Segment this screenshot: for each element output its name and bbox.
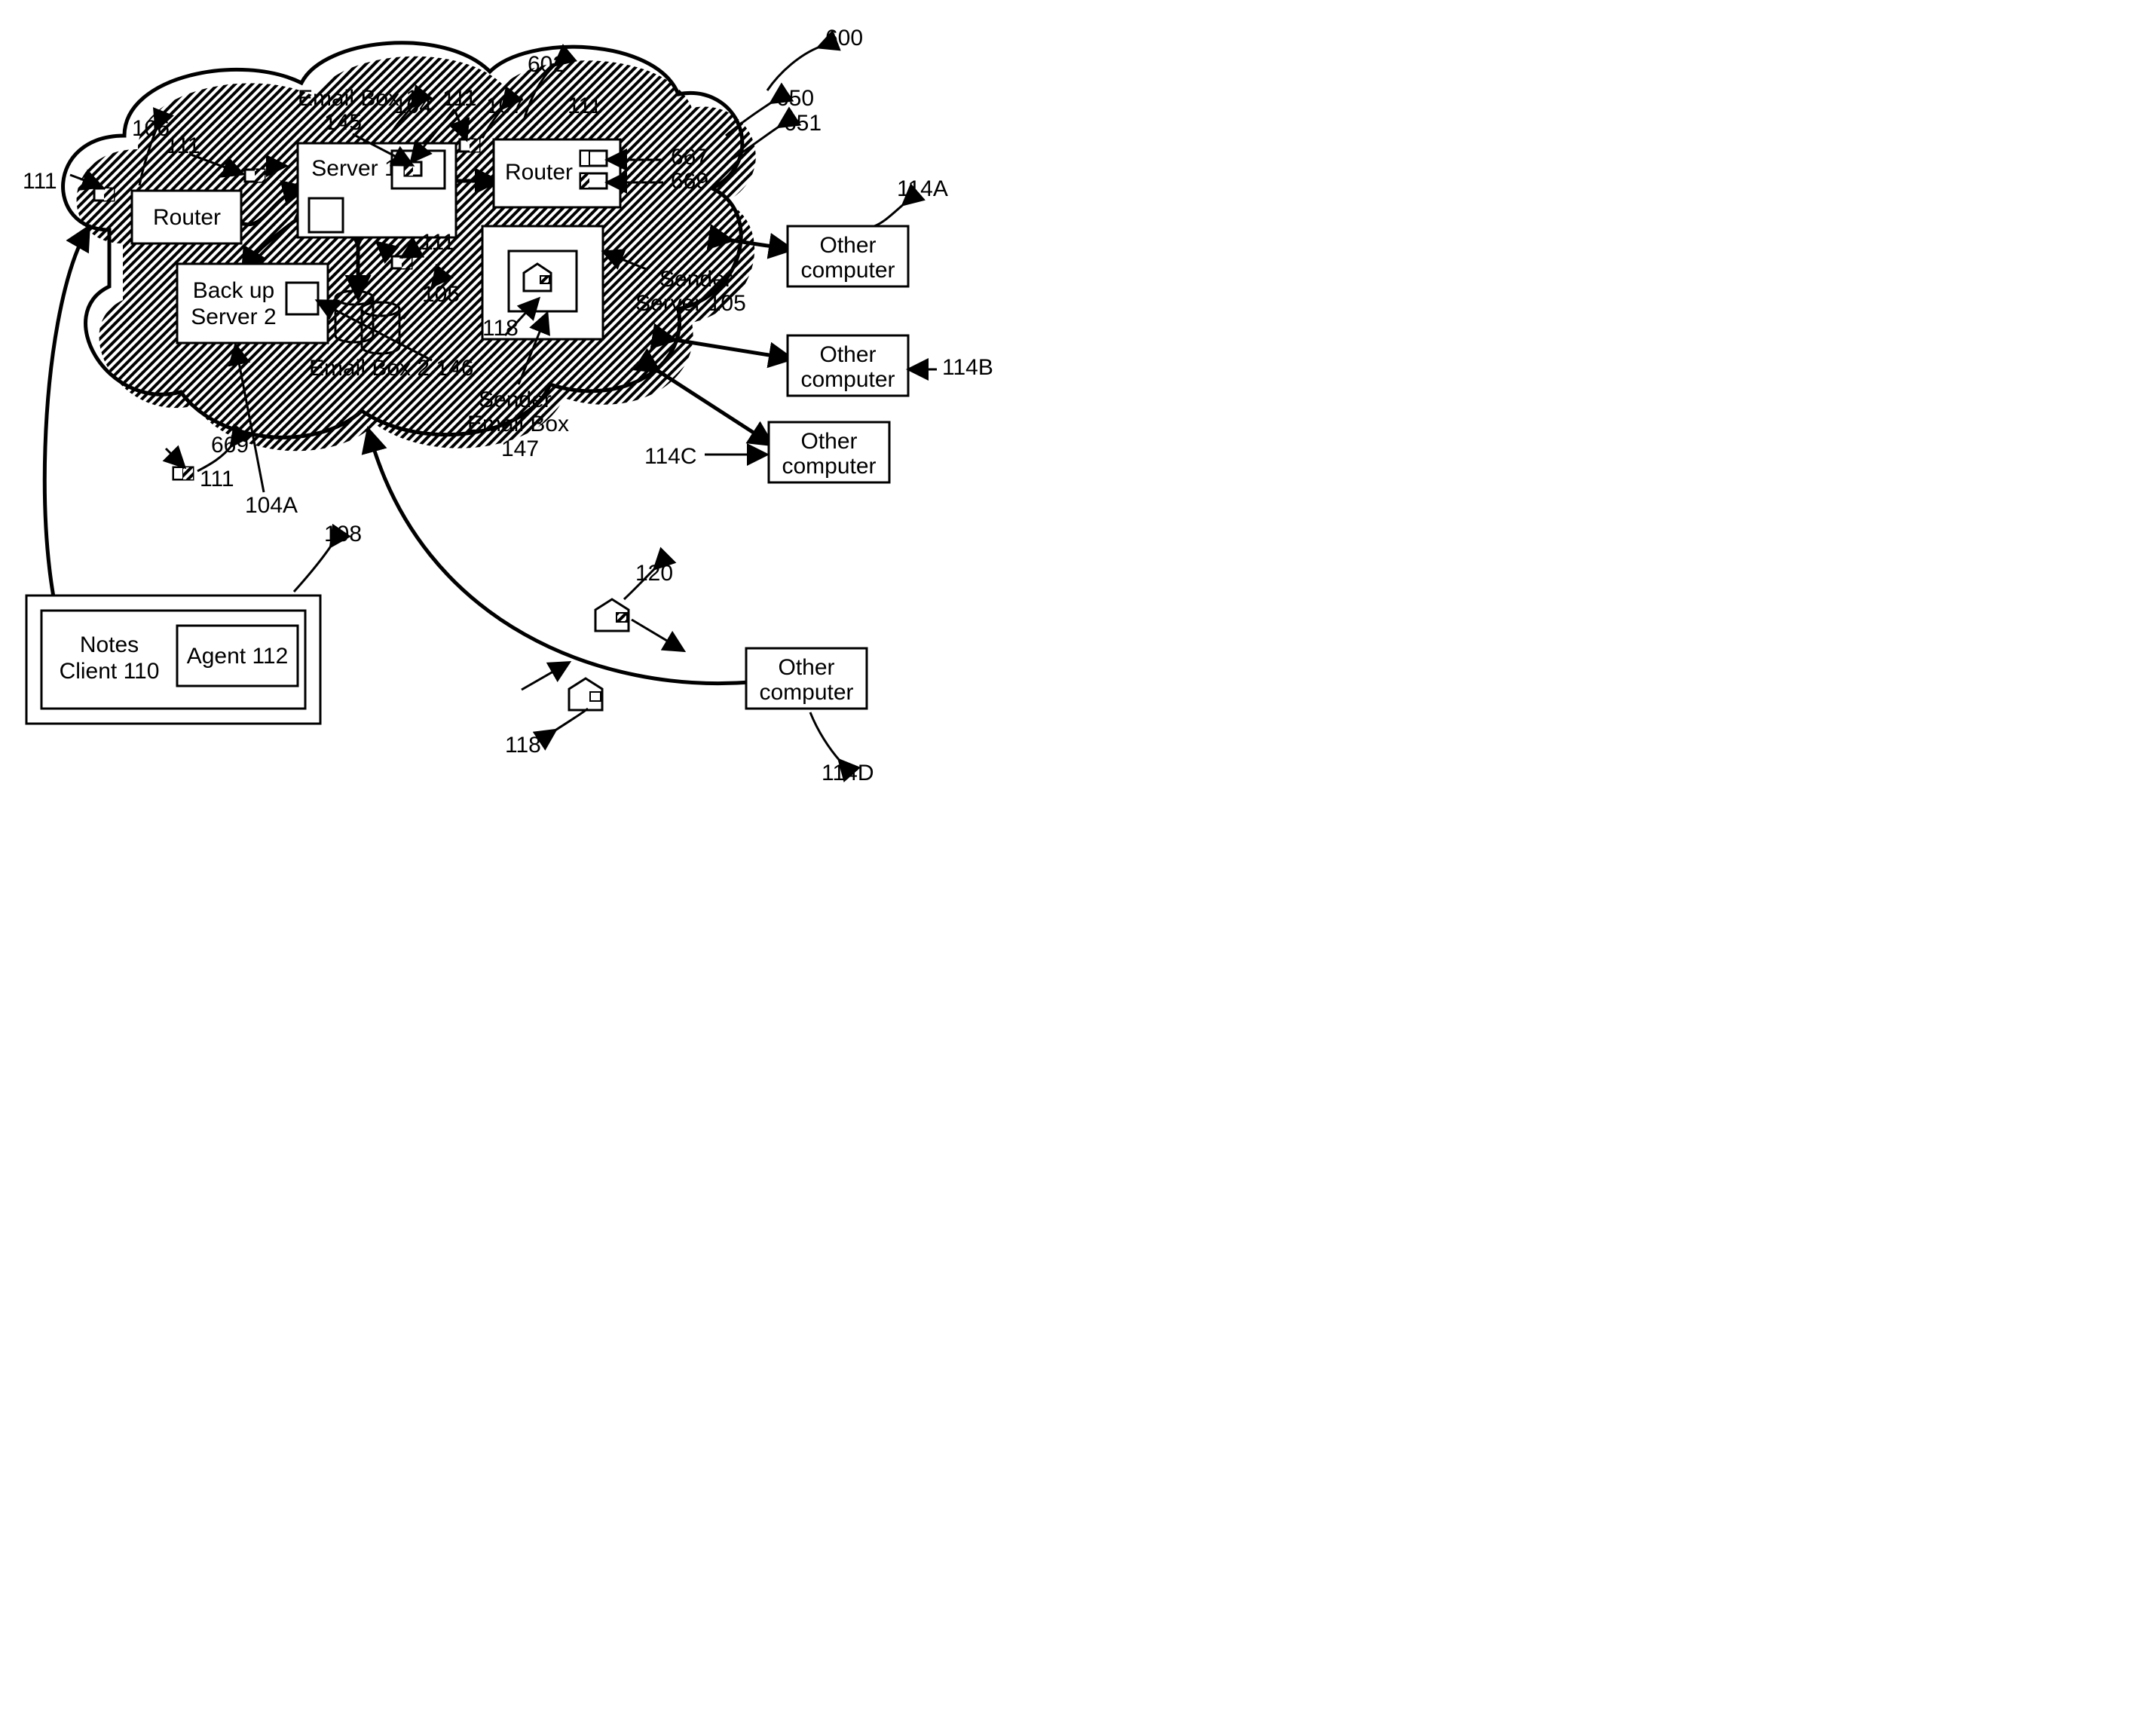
svg-text:669: 669 xyxy=(671,169,708,194)
svg-text:111: 111 xyxy=(166,133,200,158)
svg-text:111: 111 xyxy=(200,467,234,491)
email-box-2-label: Email Box 2 146 xyxy=(309,356,473,381)
svg-text:106: 106 xyxy=(132,116,170,141)
svg-text:600: 600 xyxy=(825,26,863,51)
notes-client-l1: Notes xyxy=(80,632,139,657)
backup-server-l2: Server 2 xyxy=(191,305,276,329)
sender-server-l1: Sender xyxy=(659,267,733,292)
svg-text:667: 667 xyxy=(671,145,708,170)
svg-text:computer: computer xyxy=(800,258,895,283)
agent-label: Agent 112 xyxy=(187,644,289,669)
other-computer-a: Other computer xyxy=(788,226,908,286)
svg-text:111: 111 xyxy=(442,86,477,111)
svg-text:Other: Other xyxy=(819,342,876,367)
svg-text:651: 651 xyxy=(784,111,822,136)
envelope-118 xyxy=(569,678,602,710)
svg-text:111: 111 xyxy=(568,93,602,118)
router-left: Router xyxy=(132,191,241,243)
router-left-label: Router xyxy=(153,205,221,230)
svg-text:602: 602 xyxy=(528,52,565,77)
svg-text:104A: 104A xyxy=(245,493,298,518)
svg-text:114B: 114B xyxy=(942,355,993,380)
sender-email-l3: 147 xyxy=(501,436,539,461)
other-computer-c: Other computer xyxy=(769,422,889,482)
email-box-1-l2: 145 xyxy=(324,110,362,135)
svg-text:118: 118 xyxy=(482,316,519,341)
svg-text:114D: 114D xyxy=(822,761,874,785)
sender-email-l2: Email Box xyxy=(467,412,569,436)
svg-text:650: 650 xyxy=(776,86,814,111)
notes-client-l2: Client 110 xyxy=(60,659,160,684)
svg-text:107: 107 xyxy=(486,93,524,118)
svg-text:108: 108 xyxy=(324,522,362,547)
svg-text:Other: Other xyxy=(819,233,876,258)
svg-text:120: 120 xyxy=(635,561,673,586)
server-1-label: Server 1 xyxy=(311,156,396,181)
svg-text:114A: 114A xyxy=(897,176,948,201)
svg-text:computer: computer xyxy=(800,367,895,392)
other-computer-b: Other computer xyxy=(788,335,908,396)
svg-text:computer: computer xyxy=(759,680,853,705)
svg-text:Other: Other xyxy=(778,655,834,680)
patent-network-diagram: Router Server 1 Router Back up Server 2 xyxy=(0,0,1076,868)
router-right-label: Router xyxy=(505,160,573,185)
svg-text:Other: Other xyxy=(800,429,857,454)
envelope-120 xyxy=(595,599,629,631)
server-1: Server 1 xyxy=(298,143,456,237)
client-host: Notes Client 110 Agent 112 xyxy=(26,596,320,724)
svg-text:114C: 114C xyxy=(644,444,697,469)
svg-text:105: 105 xyxy=(422,282,460,307)
svg-text:111: 111 xyxy=(421,230,455,255)
svg-text:118: 118 xyxy=(505,733,541,758)
svg-text:computer: computer xyxy=(782,454,876,479)
svg-text:104: 104 xyxy=(394,93,432,118)
router-right: Router xyxy=(494,139,620,207)
sender-email-l1: Sender xyxy=(479,387,552,412)
sender-server-l2: Server 105 xyxy=(635,291,746,316)
svg-text:111: 111 xyxy=(23,169,57,194)
other-computer-d: Other computer xyxy=(746,648,867,709)
backup-server-2: Back up Server 2 xyxy=(177,264,328,343)
svg-text:669: 669 xyxy=(211,433,249,458)
backup-server-l1: Back up xyxy=(193,278,274,303)
